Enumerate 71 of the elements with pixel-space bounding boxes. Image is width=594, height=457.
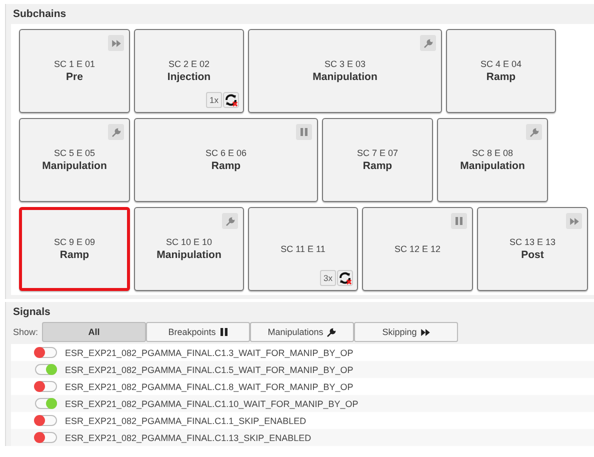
subchain-name: Manipulation [42, 160, 107, 172]
repeat-count: 3x [320, 270, 336, 286]
subchain-code: SC 4 E 04 [480, 59, 522, 69]
toggle-switch[interactable] [35, 432, 57, 443]
subchain-tile[interactable]: SC 12 E 12 [362, 207, 473, 291]
subchain-code: SC 6 E 06 [205, 148, 247, 158]
subchain-tile[interactable]: SC 3 E 03 Manipulation [248, 29, 442, 113]
loop-cancel-icon[interactable] [223, 92, 239, 108]
fast-forward-icon [112, 40, 120, 46]
subchain-tile[interactable]: SC 4 E 04 Ramp [446, 29, 556, 113]
subchain-tile[interactable]: SC 9 E 09 Ramp [19, 207, 130, 291]
fast-forward-icon [420, 328, 430, 336]
subchain-tile[interactable]: SC 10 E 10 Manipulation [134, 207, 244, 291]
section-title: Signals [12, 305, 52, 320]
pause-icon [220, 328, 228, 336]
filter-tab[interactable]: Skipping [354, 322, 458, 342]
toggle-switch[interactable] [35, 415, 57, 426]
subchain-code: SC 11 E 11 [280, 244, 326, 254]
repeat-count: 1x [206, 92, 222, 108]
subchain-tile[interactable]: SC 1 E 01 Pre [19, 29, 130, 113]
toggle-switch[interactable] [35, 381, 57, 392]
filter-tab[interactable]: Manipulations [250, 322, 354, 342]
signal-name: ESR_EXP21_082_PGAMMA_FINAL.C1.10_WAIT_FOR_MANIP_BY_OP [65, 398, 358, 408]
wrench-icon [530, 128, 538, 136]
subchain-name: Manipulation [460, 160, 525, 172]
subchain-name: Ramp [60, 249, 90, 261]
subchain-tile[interactable]: SC 7 E 07 Ramp [322, 118, 433, 202]
pause-icon [300, 128, 308, 136]
subchain-code: SC 2 E 02 [168, 59, 210, 69]
subchain-code: SC 9 E 09 [54, 237, 96, 247]
subchain-name: Ramp [362, 160, 392, 172]
subchain-code: SC 3 E 03 [324, 59, 366, 69]
signal-name: ESR_EXP21_082_PGAMMA_FINAL.C1.3_WAIT_FOR_MANIP_BY_OP [65, 348, 354, 358]
toggle-switch[interactable] [35, 347, 57, 358]
signal-name: ESR_EXP21_082_PGAMMA_FINAL.C1.8_WAIT_FOR_MANIP_BY_OP [65, 382, 354, 392]
fast-forward-icon [570, 218, 578, 224]
section-title: Subchains [12, 7, 68, 22]
subchain-code: SC 1 E 01 [54, 59, 96, 69]
wrench-icon [226, 216, 234, 226]
subchain-code: SC 5 E 05 [54, 148, 96, 158]
subchain-code: SC 13 E 13 [509, 237, 556, 247]
subchain-tile[interactable]: SC 13 E 13 Post [477, 207, 588, 291]
subchain-code: SC 10 E 10 [166, 237, 212, 247]
toggle-switch[interactable] [35, 364, 57, 375]
subchain-name: Manipulation [156, 249, 222, 261]
subchain-name: Ramp [486, 71, 516, 83]
pause-icon [455, 217, 463, 225]
toggle-switch[interactable] [35, 398, 57, 409]
loop-cancel-icon[interactable] [337, 270, 353, 286]
signal-name: ESR_EXP21_082_PGAMMA_FINAL.C1.1_SKIP_ENABLED [65, 416, 306, 426]
wrench-icon [424, 38, 432, 48]
filter-tab[interactable]: All [42, 322, 146, 342]
subchain-tile[interactable]: SC 6 E 06 Ramp [134, 118, 318, 202]
show-label: Show: [13, 327, 38, 337]
subchain-name: Manipulation [312, 71, 378, 83]
signal-name: ESR_EXP21_082_PGAMMA_FINAL.C1.13_SKIP_ENABLED [65, 432, 312, 442]
subchain-name: Pre [66, 71, 83, 83]
subchain-code: SC 8 E 08 [472, 148, 514, 158]
subchain-code: SC 12 E 12 [394, 244, 441, 254]
wrench-icon [327, 328, 336, 336]
subchain-code: SC 7 E 07 [356, 148, 398, 158]
subchain-tile[interactable]: SC 2 E 02 Injection 1x [134, 29, 244, 113]
subchain-tile[interactable]: SC 11 E 11 3x [248, 207, 358, 291]
filter-tab[interactable]: Breakpoints [146, 322, 250, 342]
subchain-tile[interactable]: SC 5 E 05 Manipulation [19, 118, 130, 202]
wrench-icon [112, 128, 120, 136]
subchain-name: Post [521, 249, 544, 261]
subchain-name: Ramp [211, 160, 241, 172]
signal-name: ESR_EXP21_082_PGAMMA_FINAL.C1.5_WAIT_FOR_MANIP_BY_OP [65, 364, 354, 374]
subchain-name: Injection [167, 71, 211, 83]
subchain-tile[interactable]: SC 8 E 08 Manipulation [437, 118, 548, 202]
